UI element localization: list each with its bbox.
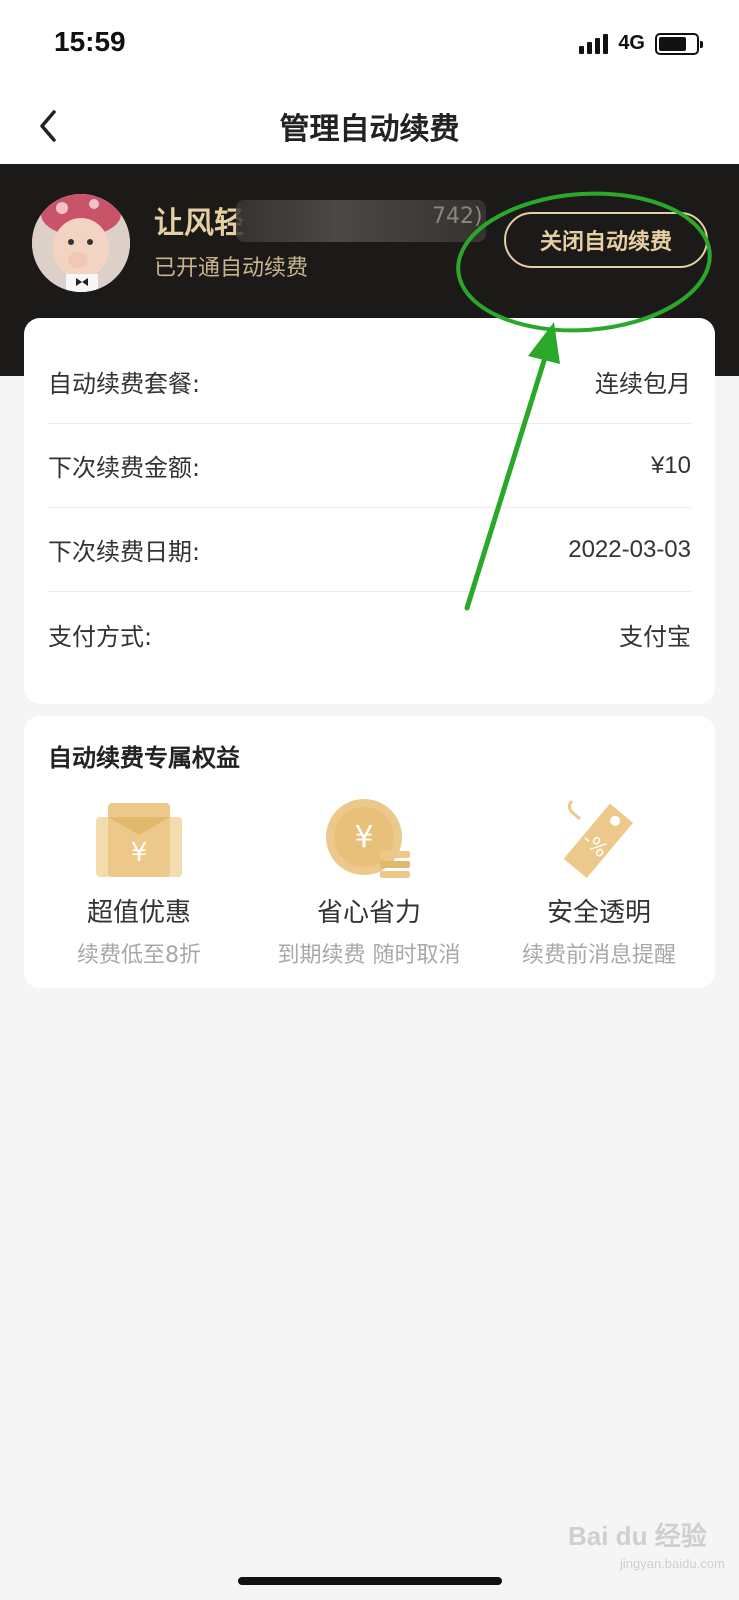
info-row-plan: 自动续费套餐: 连续包月	[48, 340, 691, 424]
baidu-watermark-url: jingyan.baidu.com	[620, 1556, 725, 1571]
info-row-amount: 下次续费金额: ¥10	[48, 424, 691, 508]
info-row-date: 下次续费日期: 2022-03-03	[48, 508, 691, 592]
battery-icon	[655, 32, 703, 55]
benefit-title: 安全透明	[546, 898, 651, 928]
page-title: 管理自动续费	[279, 112, 460, 147]
benefit-item: -% 安全透明 续费前消息提醒	[484, 794, 714, 969]
discount-tag-icon: -%	[484, 794, 714, 886]
close-auto-renew-button[interactable]: 关闭自动续费	[504, 212, 708, 268]
status-time: 15:59	[54, 26, 126, 57]
benefits-card: 自动续费专属权益 ¥ 超值优惠 续费低至8折 ¥ 省心省力 到期续费 随时取消 …	[24, 716, 715, 988]
benefit-item: ¥ 超值优惠 续费低至8折	[24, 794, 254, 969]
status-icons: 4G	[579, 32, 703, 55]
info-label: 自动续费套餐:	[48, 370, 201, 398]
benefit-desc: 续费低至8折	[77, 943, 201, 968]
info-row-payment: 支付方式: 支付宝	[48, 592, 691, 676]
back-arrow-icon[interactable]	[30, 106, 70, 146]
info-value: ¥10	[650, 451, 691, 479]
baidu-watermark: Bai du 经验	[568, 1521, 707, 1551]
benefit-item: ¥ 省心省力 到期续费 随时取消	[254, 794, 484, 969]
renewal-info-card: 自动续费套餐: 连续包月 下次续费金额: ¥10 下次续费日期: 2022-03…	[24, 318, 715, 704]
benefit-desc: 到期续费 随时取消	[277, 943, 461, 968]
user-id-fragment: 742)	[432, 204, 483, 229]
red-envelope-icon: ¥	[24, 794, 254, 886]
info-value: 连续包月	[595, 371, 691, 398]
svg-text:¥: ¥	[131, 838, 148, 868]
network-label: 4G	[618, 32, 645, 54]
info-label: 支付方式:	[48, 622, 153, 651]
info-label: 下次续费日期:	[48, 538, 201, 566]
benefits-title: 自动续费专属权益	[48, 744, 240, 772]
auto-renew-status: 已开通自动续费	[154, 256, 309, 281]
user-name: 让风轻	[154, 206, 244, 241]
benefit-title: 省心省力	[316, 898, 421, 928]
info-label: 下次续费金额:	[48, 454, 201, 482]
status-bar: 15:59 4G	[0, 0, 739, 90]
svg-text:¥: ¥	[354, 820, 373, 855]
avatar	[32, 194, 130, 292]
coin-icon: ¥	[254, 794, 484, 886]
nav-bar: 管理自动续费	[0, 90, 739, 164]
home-indicator[interactable]	[238, 1577, 502, 1585]
info-value: 2022-03-03	[568, 535, 691, 563]
info-value: 支付宝	[619, 623, 691, 651]
signal-icon	[579, 33, 609, 54]
benefit-title: 超值优惠	[86, 898, 191, 928]
benefit-desc: 续费前消息提醒	[521, 943, 676, 968]
